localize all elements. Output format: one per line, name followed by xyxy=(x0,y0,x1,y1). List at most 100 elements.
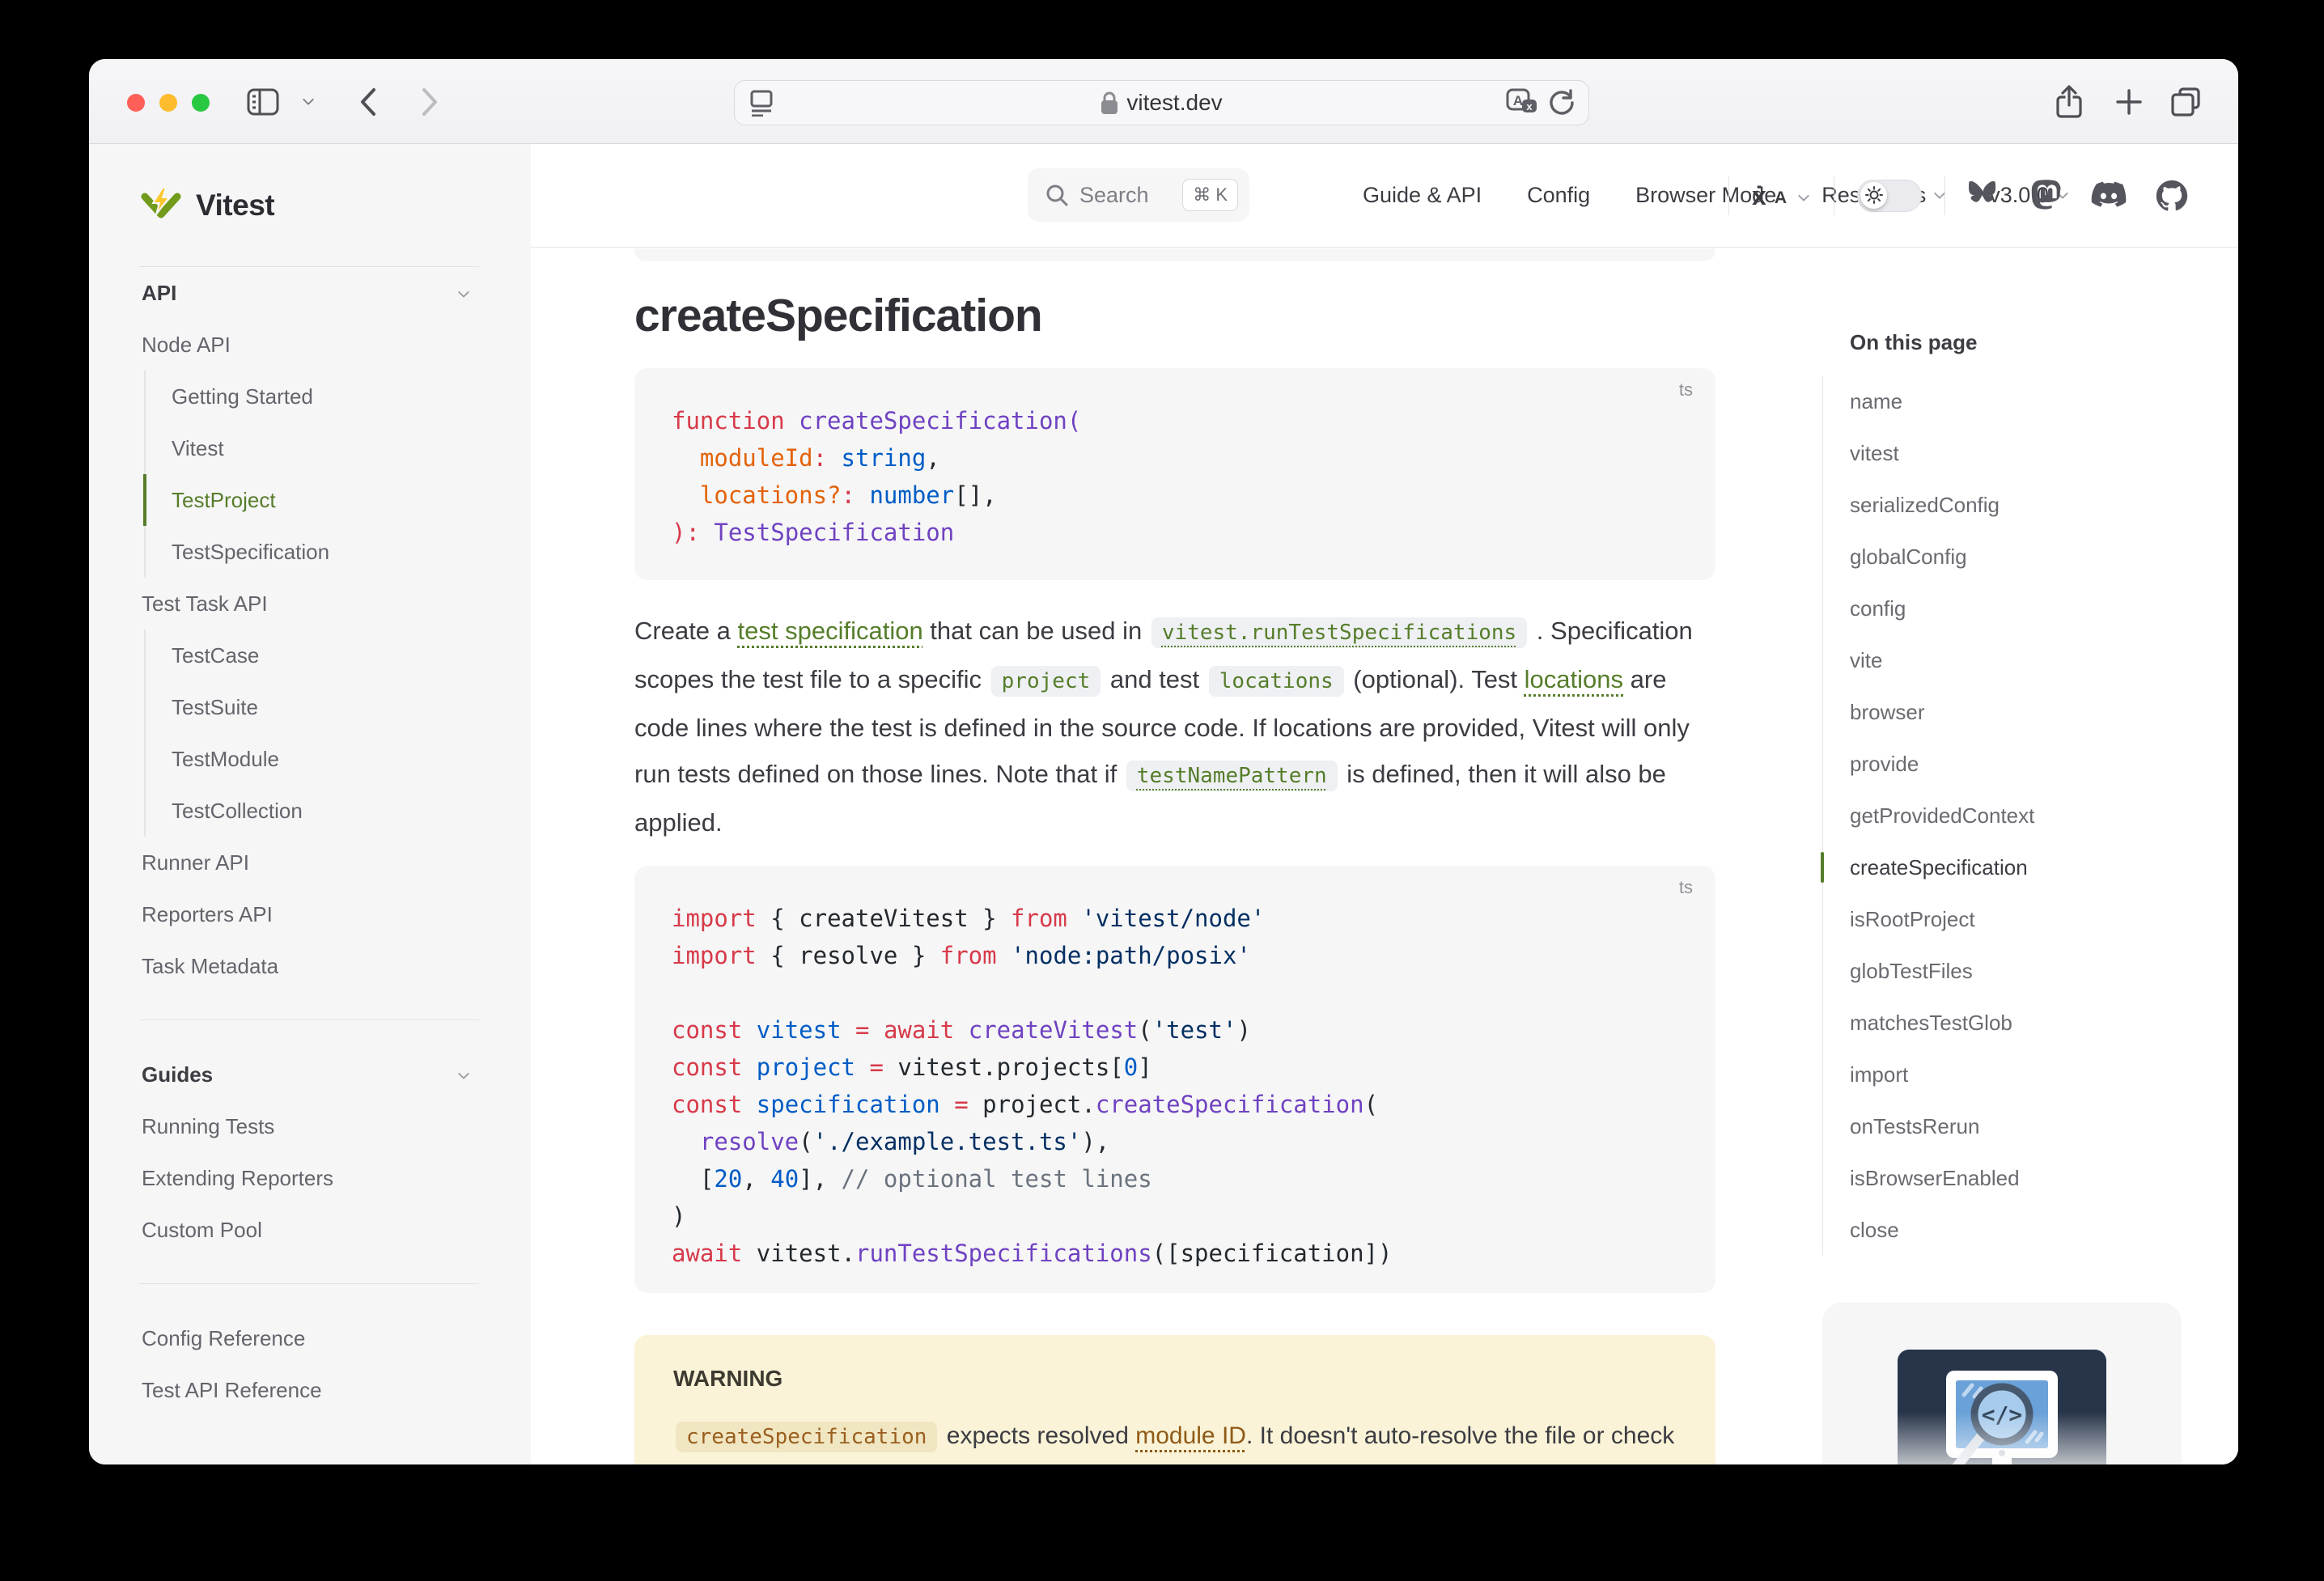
code-line: await vitest.runTestSpecifications([spec… xyxy=(672,1235,1715,1272)
zoom-window-button[interactable] xyxy=(192,94,210,112)
sidebar-item-custom-pool[interactable]: Custom Pool xyxy=(89,1204,531,1256)
outline-item-vite[interactable]: vite xyxy=(1823,634,2238,686)
back-button[interactable] xyxy=(350,83,387,121)
sponsor-card[interactable]: </> xyxy=(1822,1303,2182,1464)
outline-item-vitest[interactable]: vitest xyxy=(1823,427,2238,479)
code-line: ): TestSpecification xyxy=(672,514,1715,551)
chevron-down-icon xyxy=(458,1068,469,1079)
outline-item-isbrowserenabled[interactable]: isBrowserEnabled xyxy=(1823,1152,2238,1204)
forward-button[interactable] xyxy=(411,83,448,121)
sidebar-item-testcollection[interactable]: TestCollection xyxy=(89,785,531,837)
sidebar-item-vitest[interactable]: Vitest xyxy=(89,422,531,474)
outline-item-config[interactable]: config xyxy=(1823,583,2238,634)
discord-icon[interactable] xyxy=(2091,181,2127,210)
sidebar-item-testcase[interactable]: TestCase xyxy=(89,629,531,681)
outline-item-serializedconfig[interactable]: serializedConfig xyxy=(1823,479,2238,531)
inline-link[interactable]: module ID xyxy=(1135,1422,1246,1449)
inline-code: createSpecification xyxy=(676,1422,937,1452)
outline-title: On this page xyxy=(1822,248,2238,375)
site-logo[interactable]: Vitest xyxy=(89,144,531,267)
sidebar-item-config-reference[interactable]: Config Reference xyxy=(89,1312,531,1364)
sidebar-item-testspecification[interactable]: TestSpecification xyxy=(89,526,531,578)
outline-list: namevitestserializedConfigglobalConfigco… xyxy=(1822,375,2238,1256)
outline-item-name[interactable]: name xyxy=(1823,375,2238,427)
previous-code-block-partial xyxy=(634,248,1715,261)
outline-item-globalconfig[interactable]: globalConfig xyxy=(1823,531,2238,583)
outline-item-matchestestglob[interactable]: matchesTestGlob xyxy=(1823,997,2238,1049)
outline-item-isrootproject[interactable]: isRootProject xyxy=(1823,893,2238,945)
sun-icon xyxy=(1865,186,1883,204)
code-line: import { resolve } from 'node:path/posix… xyxy=(672,937,1715,974)
outline-item-getprovidedcontext[interactable]: getProvidedContext xyxy=(1823,790,2238,841)
sponsor-illustration: </> xyxy=(1898,1350,2106,1464)
outline-item-import[interactable]: import xyxy=(1823,1049,2238,1100)
code-line: import { createVitest } from 'vitest/nod… xyxy=(672,900,1715,937)
minimize-window-button[interactable] xyxy=(159,94,177,112)
code-lang-badge: ts xyxy=(1679,379,1693,401)
outline-item-createspecification[interactable]: createSpecification xyxy=(1823,841,2238,893)
outline-item-close[interactable]: close xyxy=(1823,1204,2238,1256)
sidebar-item-task-metadata[interactable]: Task Metadata xyxy=(89,940,531,992)
code-line: function createSpecification( xyxy=(672,402,1715,439)
inline-code: locations xyxy=(1209,666,1344,697)
code-line: ) xyxy=(672,1197,1715,1235)
outline-item-globtestfiles[interactable]: globTestFiles xyxy=(1823,945,2238,997)
inline-code-link[interactable]: vitest.runTestSpecifications xyxy=(1151,617,1527,648)
new-tab-icon[interactable] xyxy=(2110,83,2148,121)
sidebar-toggle-icon[interactable] xyxy=(244,83,282,121)
share-icon[interactable] xyxy=(2050,83,2088,121)
github-icon[interactable] xyxy=(2156,180,2188,212)
sidebar-section-api[interactable]: API xyxy=(89,267,531,319)
sidebar-section-guides[interactable]: Guides xyxy=(89,1049,531,1100)
code-line: [20, 40], // optional test lines xyxy=(672,1160,1715,1197)
sidebar-item-getting-started[interactable]: Getting Started xyxy=(89,371,531,422)
sidebar-item-test-task-api[interactable]: Test Task API xyxy=(89,578,531,629)
appearance-toggle[interactable] xyxy=(1857,180,1922,212)
inline-code: project xyxy=(991,666,1101,697)
sidebar-divider xyxy=(89,992,531,1049)
code-line: const vitest = await createVitest('test'… xyxy=(672,1011,1715,1049)
close-window-button[interactable] xyxy=(127,94,145,112)
sidebar: Vitest APINode APIGetting StartedVitestT… xyxy=(89,144,531,1464)
mastodon-icon[interactable] xyxy=(2031,180,2062,212)
sidebar-item-extending-reporters[interactable]: Extending Reporters xyxy=(89,1152,531,1204)
code-lang-badge: ts xyxy=(1679,877,1693,898)
inline-code-link[interactable]: testNamePattern xyxy=(1126,761,1338,791)
code-line xyxy=(672,974,1715,1011)
code-line: locations?: number[], xyxy=(672,477,1715,514)
chevron-down-icon xyxy=(1798,189,1809,201)
inline-link[interactable]: test specification xyxy=(738,617,923,645)
code-block-example[interactable]: ts import { createVitest } from 'vitest/… xyxy=(634,866,1715,1293)
code-block-signature[interactable]: ts function createSpecification( moduleI… xyxy=(634,368,1715,580)
code-line: moduleId: string, xyxy=(672,439,1715,477)
sidebar-item-testmodule[interactable]: TestModule xyxy=(89,733,531,785)
translations-menu[interactable]: ẋ A xyxy=(1752,184,1808,208)
outline-item-browser[interactable]: browser xyxy=(1823,686,2238,738)
sidebar-nav: APINode APIGetting StartedVitestTestProj… xyxy=(89,267,531,1416)
outline-aside: On this page namevitestserializedConfigg… xyxy=(1822,248,2238,1256)
sidebar-item-node-api[interactable]: Node API xyxy=(89,319,531,371)
chevron-down-icon xyxy=(458,286,469,298)
sidebar-item-testsuite[interactable]: TestSuite xyxy=(89,681,531,733)
sidebar-item-running-tests[interactable]: Running Tests xyxy=(89,1100,531,1152)
sidebar-item-reporters-api[interactable]: Reporters API xyxy=(89,888,531,940)
navbar-controls: ẋ A xyxy=(1706,144,2188,247)
warning-title: WARNING xyxy=(673,1366,1677,1392)
bluesky-icon[interactable] xyxy=(1968,180,2002,211)
sidebar-divider xyxy=(89,1256,531,1312)
page-title: createSpecification xyxy=(634,289,1042,342)
code-line: const specification = project.createSpec… xyxy=(672,1086,1715,1123)
show-tabs-icon[interactable] xyxy=(2167,83,2204,121)
warning-body: createSpecification expects resolved mod… xyxy=(673,1413,1677,1464)
outline-item-ontestsrerun[interactable]: onTestsRerun xyxy=(1823,1100,2238,1152)
outline-item-provide[interactable]: provide xyxy=(1823,738,2238,790)
description-paragraph: Create a test specification that can be … xyxy=(634,608,1715,846)
translate-language-icon: ẋ xyxy=(1752,184,1766,208)
sidebar-item-testproject[interactable]: TestProject xyxy=(89,474,531,526)
toolbar-chevron-down-icon[interactable] xyxy=(290,83,327,121)
inline-link[interactable]: locations xyxy=(1525,665,1623,693)
sidebar-item-runner-api[interactable]: Runner API xyxy=(89,837,531,888)
sidebar-item-test-api-reference[interactable]: Test API Reference xyxy=(89,1364,531,1416)
doc-content: createSpecification ts function createSp… xyxy=(634,59,1715,1464)
code-line: resolve('./example.test.ts'), xyxy=(672,1123,1715,1160)
